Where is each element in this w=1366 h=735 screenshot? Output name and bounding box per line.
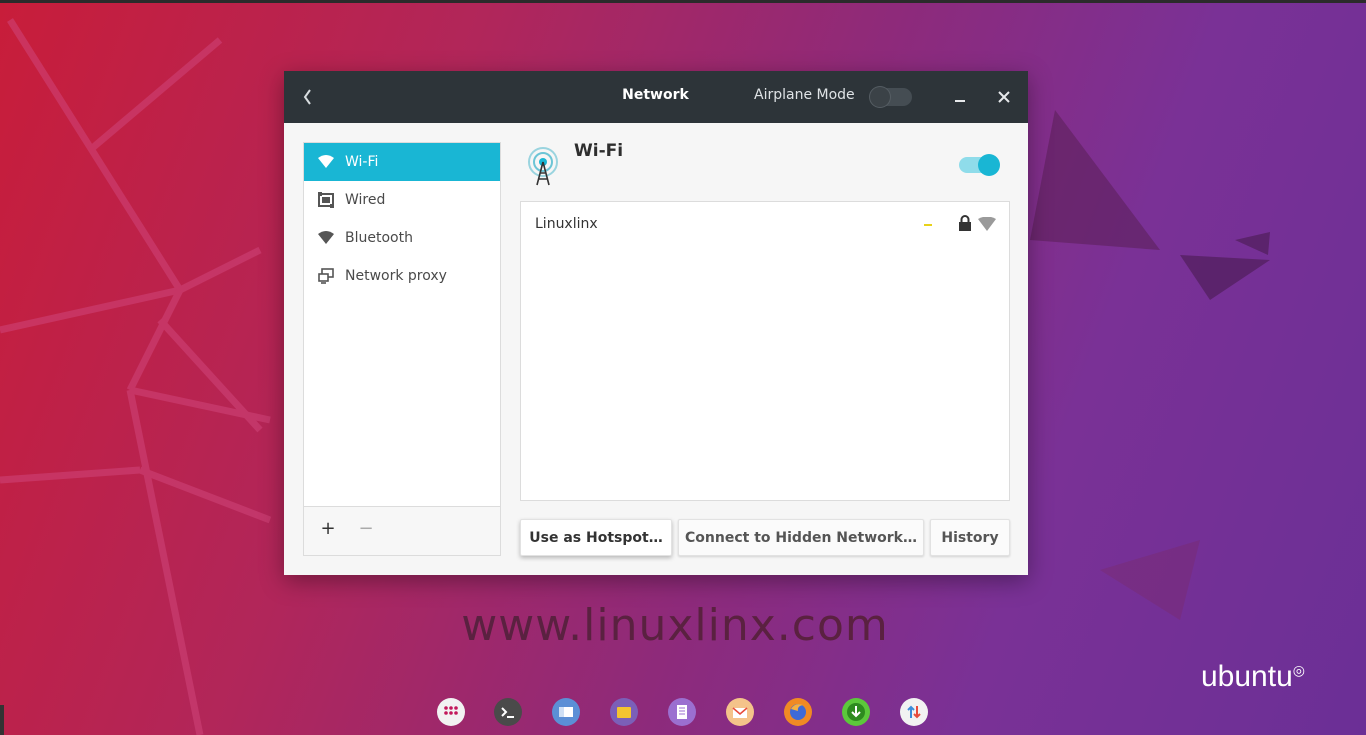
mail-icon[interactable] xyxy=(725,697,755,727)
sidebar-item-label: Network proxy xyxy=(345,268,447,284)
network-name: Linuxlinx xyxy=(535,216,598,232)
add-connection-button[interactable]: + xyxy=(318,519,338,539)
files-icon[interactable] xyxy=(551,697,581,727)
airplane-mode-toggle[interactable] xyxy=(870,87,912,107)
ethernet-icon xyxy=(317,191,335,209)
network-list: Linuxlinx xyxy=(520,201,1010,501)
back-button[interactable] xyxy=(296,85,320,109)
minimize-icon xyxy=(955,100,965,102)
sidebar-item-network-proxy[interactable]: Network proxy xyxy=(304,257,500,295)
updates-icon[interactable] xyxy=(899,697,929,727)
sidebar-item-wifi[interactable]: Wi-Fi xyxy=(304,143,500,181)
minimize-button[interactable] xyxy=(950,87,970,107)
history-button[interactable]: History xyxy=(930,519,1010,556)
window-title: Network xyxy=(622,87,689,103)
ubuntu-logo: ubuntu◎ xyxy=(1201,660,1305,693)
network-row[interactable]: Linuxlinx xyxy=(521,202,1009,246)
proxy-icon xyxy=(317,267,335,285)
launcher-handle xyxy=(0,705,4,735)
sidebar-footer: + − xyxy=(304,506,500,555)
network-sidebar: Wi-Fi Wired Bluetooth Network proxy + − xyxy=(303,142,501,556)
network-settings-window: Network Airplane Mode Wi-Fi Wired Blueto… xyxy=(284,71,1028,575)
lock-icon xyxy=(959,215,971,231)
text-editor-icon[interactable] xyxy=(667,697,697,727)
toggle-knob xyxy=(870,87,890,107)
wifi-tower-icon xyxy=(528,147,558,186)
firefox-icon[interactable] xyxy=(783,697,813,727)
terminal-icon[interactable] xyxy=(493,697,523,727)
folder-icon[interactable] xyxy=(609,697,639,727)
download-icon[interactable] xyxy=(841,697,871,727)
wifi-page-title: Wi-Fi xyxy=(574,141,624,161)
sidebar-item-label: Wired xyxy=(345,192,386,208)
use-as-hotspot-button[interactable]: Use as Hotspot… xyxy=(520,519,672,556)
wifi-icon xyxy=(317,153,335,171)
airplane-mode-label: Airplane Mode xyxy=(754,87,855,103)
connect-hidden-network-button[interactable]: Connect to Hidden Network… xyxy=(678,519,924,556)
toggle-knob xyxy=(978,154,1000,176)
sidebar-item-label: Wi-Fi xyxy=(345,154,379,170)
sidebar-item-wired[interactable]: Wired xyxy=(304,181,500,219)
connected-indicator xyxy=(924,224,932,226)
bluetooth-icon xyxy=(317,229,335,247)
chevron-left-icon xyxy=(303,89,311,105)
ubuntu-wordmark: ubuntu xyxy=(1201,660,1293,693)
close-icon xyxy=(998,91,1010,103)
apps-grid-icon[interactable] xyxy=(436,697,466,727)
close-button[interactable] xyxy=(994,87,1014,107)
watermark-text: www.linuxlinx.com xyxy=(461,600,889,651)
sidebar-item-bluetooth[interactable]: Bluetooth xyxy=(304,219,500,257)
sidebar-item-label: Bluetooth xyxy=(345,230,413,246)
wifi-signal-icon xyxy=(978,217,996,231)
wifi-toggle[interactable] xyxy=(959,154,1000,176)
titlebar: Network Airplane Mode xyxy=(284,71,1028,123)
remove-connection-button[interactable]: − xyxy=(356,519,376,539)
